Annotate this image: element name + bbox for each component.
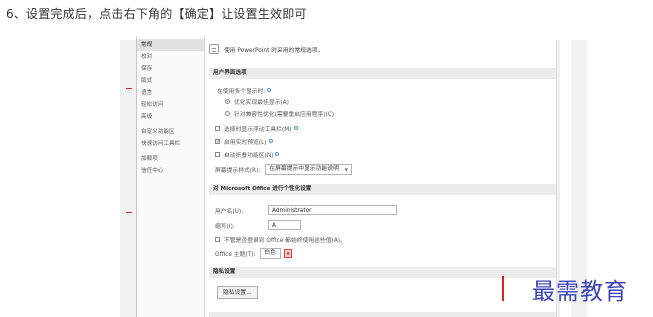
info-icon xyxy=(293,126,298,130)
office-theme-value: 白色 xyxy=(264,249,276,256)
annotation-red-line xyxy=(502,276,504,301)
section-header-next xyxy=(209,312,557,317)
sidebar-item-add-ins[interactable]: 加载项 xyxy=(137,153,204,165)
username-input[interactable]: Administrator xyxy=(268,205,397,215)
sidebar-item-customize-ribbon[interactable]: 自定义功能区 xyxy=(137,126,204,138)
background-strip-left xyxy=(120,40,137,317)
section-header-ui-options: 用户界面选项 xyxy=(209,68,557,79)
screentip-style-select[interactable]: 在屏幕提示中显示功能说明 ▼ xyxy=(265,163,352,175)
info-icon xyxy=(275,152,280,156)
step-caption: 6、设置完成后，点击右下角的【确定】让设置生效即可 xyxy=(6,7,307,21)
checkbox-always-use-values[interactable]: 不管是否登录到 Office 都始终使用这些值(A)。 xyxy=(215,234,346,244)
collapse-ribbon-label: 自动折叠功能区(N) xyxy=(224,152,274,159)
office-theme-select[interactable]: 白色 xyxy=(260,247,281,259)
watermark-logo: 最需教育 xyxy=(532,279,628,305)
screentip-style-row: 屏幕提示样式(R): 在屏幕提示中显示功能说明 ▼ xyxy=(215,163,352,175)
sidebar-item-accessibility[interactable]: 轻松访问 xyxy=(137,99,204,111)
office-theme-label: Office 主题(T): xyxy=(215,251,256,258)
checkbox-checked[interactable]: ✓ xyxy=(215,138,220,144)
sidebar-item-save[interactable]: 保存 xyxy=(137,63,204,75)
settings-icon xyxy=(209,44,219,54)
checkbox-collapse-ribbon[interactable]: 自动折叠功能区(N) xyxy=(215,149,280,159)
radio-optimize-display[interactable]: 优化实现最佳显示(A) xyxy=(225,96,289,106)
radio-optimize-compat[interactable]: 针对兼容性优化(需要重启应用程序)(C) xyxy=(225,108,334,118)
edge-mark xyxy=(126,88,132,89)
live-preview-label: 启用实时预览(L) xyxy=(224,139,267,146)
sidebar-item-trust-center[interactable]: 信任中心 xyxy=(137,165,204,177)
sidebar-item-general[interactable]: 常规 xyxy=(137,39,204,51)
screentip-value: 在屏幕提示中显示功能说明 xyxy=(269,165,339,172)
mini-toolbar-label: 选择时显示浮动工具栏(M) xyxy=(224,126,292,133)
radio-button-selected[interactable] xyxy=(225,98,230,104)
username-label: 用户名(U): xyxy=(215,208,244,215)
sidebar-item-language[interactable]: 语言 xyxy=(137,87,204,99)
powerpoint-options-dialog: 常规 校对 保存 版式 语言 轻松访问 高级 自定义功能区 快速访问工具栏 加载… xyxy=(136,37,571,317)
section-header-personalize: 对 Microsoft Office 进行个性化设置 xyxy=(209,184,557,195)
dropdown-arrow-icon[interactable]: ▼ xyxy=(283,248,292,258)
section-header-privacy: 隐私设置 xyxy=(209,267,557,278)
initials-input[interactable]: A xyxy=(268,220,301,230)
sidebar-item-proofing[interactable]: 校对 xyxy=(137,51,204,63)
sidebar-item-advanced[interactable]: 高级 xyxy=(137,111,204,123)
screentip-label: 屏幕提示样式(R): xyxy=(215,167,261,174)
checkbox-live-preview[interactable]: ✓ 启用实时预览(L) xyxy=(215,136,273,146)
checkbox[interactable] xyxy=(215,125,220,131)
office-theme-row: Office 主题(T): 白色 ▼ xyxy=(215,247,292,259)
initials-label: 缩写(I): xyxy=(215,223,235,230)
radio-compat-label: 针对兼容性优化(需要重启应用程序)(C) xyxy=(234,111,335,118)
dropdown-arrow-icon: ▼ xyxy=(344,166,348,172)
options-content: 使用 PowerPoint 时采用的常规选项。 用户界面选项 在使用多个显示时:… xyxy=(209,37,561,317)
edge-mark xyxy=(126,212,132,213)
options-sidebar: 常规 校对 保存 版式 语言 轻松访问 高级 自定义功能区 快速访问工具栏 加载… xyxy=(137,37,205,317)
multi-display-label: 在使用多个显示时: xyxy=(217,85,272,95)
radio-button[interactable] xyxy=(225,110,230,116)
multi-display-text: 在使用多个显示时: xyxy=(217,88,266,95)
checkbox-mini-toolbar[interactable]: 选择时显示浮动工具栏(M) xyxy=(215,123,298,133)
checkbox[interactable] xyxy=(215,151,220,157)
intro-row: 使用 PowerPoint 时采用的常规选项。 xyxy=(209,42,323,56)
privacy-settings-button[interactable]: 隐私设置... xyxy=(217,286,258,299)
checkbox[interactable] xyxy=(215,236,220,242)
info-icon xyxy=(267,88,272,92)
sidebar-item-layout[interactable]: 版式 xyxy=(137,75,204,87)
radio-optimal-label: 优化实现最佳显示(A) xyxy=(234,99,289,106)
always-use-label: 不管是否登录到 Office 都始终使用这些值(A)。 xyxy=(224,237,346,244)
sidebar-item-quick-access-toolbar[interactable]: 快速访问工具栏 xyxy=(137,138,204,150)
info-icon xyxy=(268,139,273,143)
intro-text: 使用 PowerPoint 时采用的常规选项。 xyxy=(224,47,324,54)
